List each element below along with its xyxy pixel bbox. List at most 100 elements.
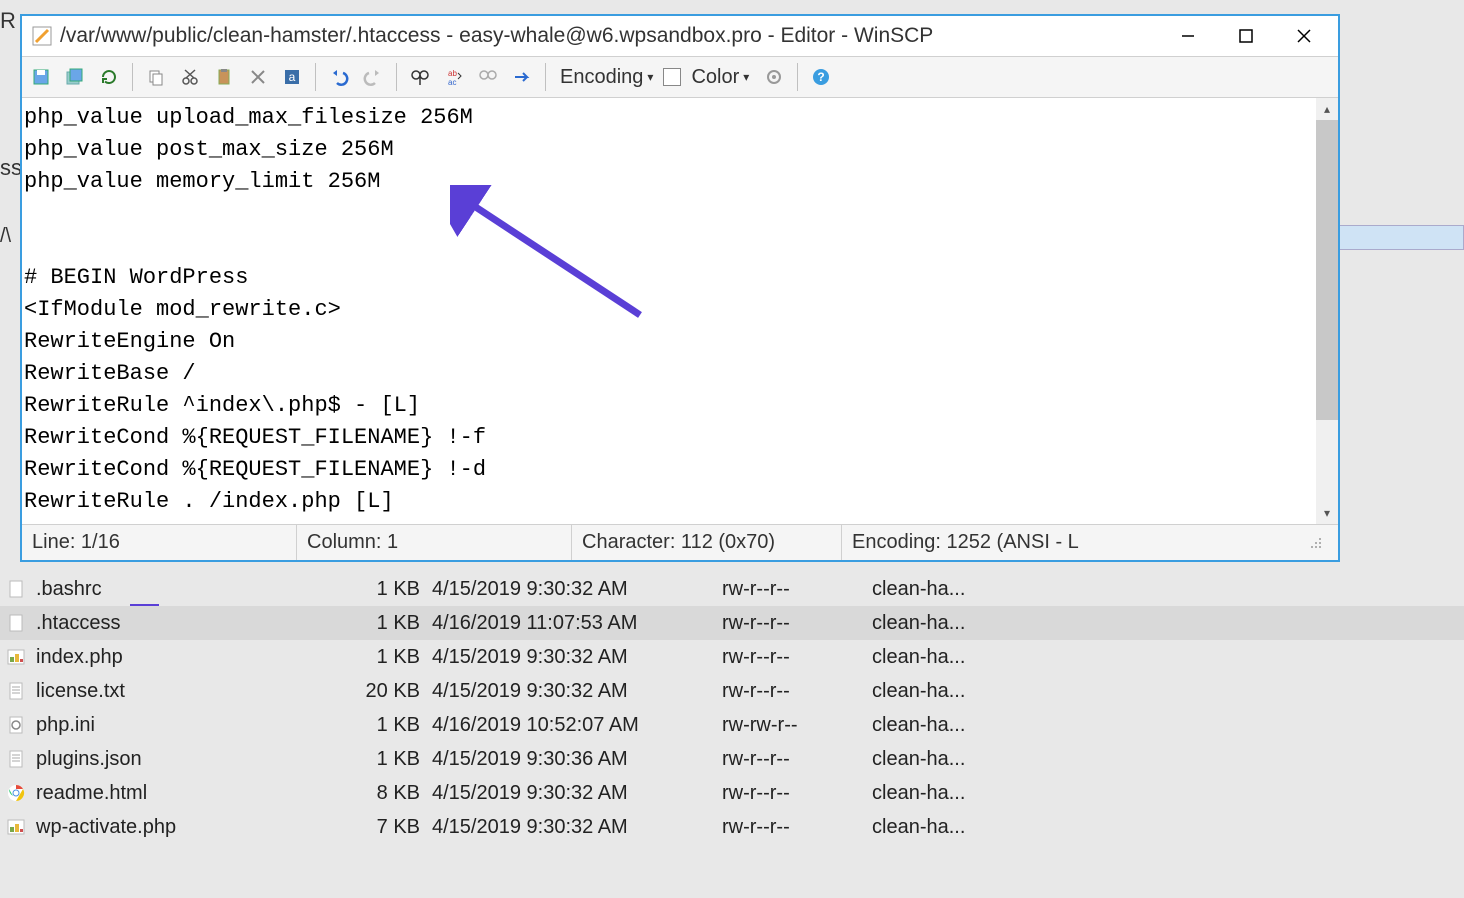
save-button[interactable] bbox=[26, 62, 56, 92]
file-row[interactable]: .htaccess1 KB4/16/2019 11:07:53 AMrw-r--… bbox=[0, 606, 1464, 640]
file-list[interactable]: .bashrc1 KB4/15/2019 9:30:32 AMrw-r--r--… bbox=[0, 572, 1464, 844]
svg-text:a: a bbox=[289, 70, 296, 84]
file-permissions: rw-r--r-- bbox=[722, 816, 872, 839]
file-icon bbox=[0, 783, 32, 803]
file-size: 1 KB bbox=[362, 578, 432, 601]
file-size: 1 KB bbox=[362, 714, 432, 737]
file-permissions: rw-r--r-- bbox=[722, 782, 872, 805]
find-button[interactable] bbox=[405, 62, 435, 92]
status-character: Character: 112 (0x70) bbox=[572, 525, 842, 560]
status-line: Line: 1/16 bbox=[22, 525, 297, 560]
file-permissions: rw-rw-r-- bbox=[722, 714, 872, 737]
encoding-menu[interactable]: Encoding▾ bbox=[554, 66, 659, 89]
file-permissions: rw-r--r-- bbox=[722, 646, 872, 669]
minimize-button[interactable] bbox=[1174, 22, 1202, 50]
file-icon bbox=[0, 681, 32, 701]
file-date: 4/15/2019 9:30:32 AM bbox=[432, 646, 722, 669]
file-name: php.ini bbox=[32, 714, 362, 737]
file-row[interactable]: readme.html8 KB4/15/2019 9:30:32 AMrw-r-… bbox=[0, 776, 1464, 810]
file-row[interactable]: plugins.json1 KB4/15/2019 9:30:36 AMrw-r… bbox=[0, 742, 1464, 776]
cut-button[interactable] bbox=[175, 62, 205, 92]
file-row[interactable]: index.php1 KB4/15/2019 9:30:32 AMrw-r--r… bbox=[0, 640, 1464, 674]
close-button[interactable] bbox=[1290, 22, 1318, 50]
app-icon bbox=[30, 24, 54, 48]
file-owner: clean-ha... bbox=[872, 578, 1022, 601]
copy-button[interactable] bbox=[141, 62, 171, 92]
file-permissions: rw-r--r-- bbox=[722, 578, 872, 601]
file-icon bbox=[0, 817, 32, 837]
file-icon bbox=[0, 647, 32, 667]
bg-text: /\ bbox=[0, 225, 11, 248]
file-date: 4/16/2019 10:52:07 AM bbox=[432, 714, 722, 737]
file-name: plugins.json bbox=[32, 748, 362, 771]
file-permissions: rw-r--r-- bbox=[722, 748, 872, 771]
file-date: 4/15/2019 9:30:32 AM bbox=[432, 578, 722, 601]
find-next-button[interactable] bbox=[473, 62, 503, 92]
goto-button[interactable] bbox=[507, 62, 537, 92]
svg-text:?: ? bbox=[818, 70, 825, 84]
color-label: Color bbox=[691, 66, 739, 89]
bg-text: R bbox=[0, 8, 16, 34]
file-name: .htaccess bbox=[32, 612, 362, 635]
delete-button[interactable] bbox=[243, 62, 273, 92]
status-column: Column: 1 bbox=[297, 525, 572, 560]
color-menu[interactable]: Color▾ bbox=[685, 66, 755, 89]
file-permissions: rw-r--r-- bbox=[722, 612, 872, 635]
editor-body[interactable]: php_value upload_max_filesize 256M php_v… bbox=[22, 98, 1338, 524]
file-row[interactable]: php.ini1 KB4/16/2019 10:52:07 AMrw-rw-r-… bbox=[0, 708, 1464, 742]
file-owner: clean-ha... bbox=[872, 748, 1022, 771]
file-size: 1 KB bbox=[362, 748, 432, 771]
file-name: wp-activate.php bbox=[32, 816, 362, 839]
file-name: license.txt bbox=[32, 680, 362, 703]
file-name: index.php bbox=[32, 646, 362, 669]
file-date: 4/15/2019 9:30:32 AM bbox=[432, 782, 722, 805]
file-size: 7 KB bbox=[362, 816, 432, 839]
svg-text:ac: ac bbox=[448, 78, 456, 87]
status-encoding: Encoding: 1252 (ANSI - L bbox=[842, 525, 1338, 560]
file-name: readme.html bbox=[32, 782, 362, 805]
save-all-button[interactable] bbox=[60, 62, 90, 92]
file-row[interactable]: license.txt20 KB4/15/2019 9:30:32 AMrw-r… bbox=[0, 674, 1464, 708]
resize-grip-icon[interactable] bbox=[1308, 535, 1324, 551]
help-button[interactable]: ? bbox=[806, 62, 836, 92]
preferences-button[interactable] bbox=[759, 62, 789, 92]
encoding-label: Encoding bbox=[560, 66, 643, 89]
file-row[interactable]: wp-activate.php7 KB4/15/2019 9:30:32 AMr… bbox=[0, 810, 1464, 844]
file-date: 4/15/2019 9:30:36 AM bbox=[432, 748, 722, 771]
maximize-button[interactable] bbox=[1232, 22, 1260, 50]
file-owner: clean-ha... bbox=[872, 782, 1022, 805]
bg-text: ss bbox=[0, 155, 22, 181]
reload-button[interactable] bbox=[94, 62, 124, 92]
scroll-down-icon[interactable]: ▾ bbox=[1316, 502, 1338, 524]
file-owner: clean-ha... bbox=[872, 714, 1022, 737]
scroll-thumb[interactable] bbox=[1316, 120, 1338, 420]
scroll-up-icon[interactable]: ▴ bbox=[1316, 98, 1338, 120]
color-checkbox[interactable] bbox=[663, 68, 681, 86]
statusbar: Line: 1/16 Column: 1 Character: 112 (0x7… bbox=[22, 524, 1338, 560]
file-row[interactable]: .bashrc1 KB4/15/2019 9:30:32 AMrw-r--r--… bbox=[0, 572, 1464, 606]
file-size: 1 KB bbox=[362, 612, 432, 635]
svg-text:ab: ab bbox=[448, 69, 457, 78]
undo-button[interactable] bbox=[324, 62, 354, 92]
redo-button[interactable] bbox=[358, 62, 388, 92]
file-icon bbox=[0, 749, 32, 769]
file-owner: clean-ha... bbox=[872, 680, 1022, 703]
file-icon bbox=[0, 715, 32, 735]
file-name: .bashrc bbox=[32, 578, 362, 601]
window-title: /var/www/public/clean-hamster/.htaccess … bbox=[60, 24, 1174, 48]
select-all-button[interactable]: a bbox=[277, 62, 307, 92]
file-owner: clean-ha... bbox=[872, 646, 1022, 669]
file-icon bbox=[0, 579, 32, 599]
file-size: 20 KB bbox=[362, 680, 432, 703]
scrollbar[interactable]: ▴ ▾ bbox=[1316, 98, 1338, 524]
file-owner: clean-ha... bbox=[872, 816, 1022, 839]
titlebar[interactable]: /var/www/public/clean-hamster/.htaccess … bbox=[22, 16, 1338, 56]
paste-button[interactable] bbox=[209, 62, 239, 92]
file-owner: clean-ha... bbox=[872, 612, 1022, 635]
replace-button[interactable]: abac bbox=[439, 62, 469, 92]
file-size: 1 KB bbox=[362, 646, 432, 669]
editor-content[interactable]: php_value upload_max_filesize 256M php_v… bbox=[22, 98, 1338, 522]
file-date: 4/15/2019 9:30:32 AM bbox=[432, 680, 722, 703]
file-permissions: rw-r--r-- bbox=[722, 680, 872, 703]
editor-window: /var/www/public/clean-hamster/.htaccess … bbox=[20, 14, 1340, 562]
